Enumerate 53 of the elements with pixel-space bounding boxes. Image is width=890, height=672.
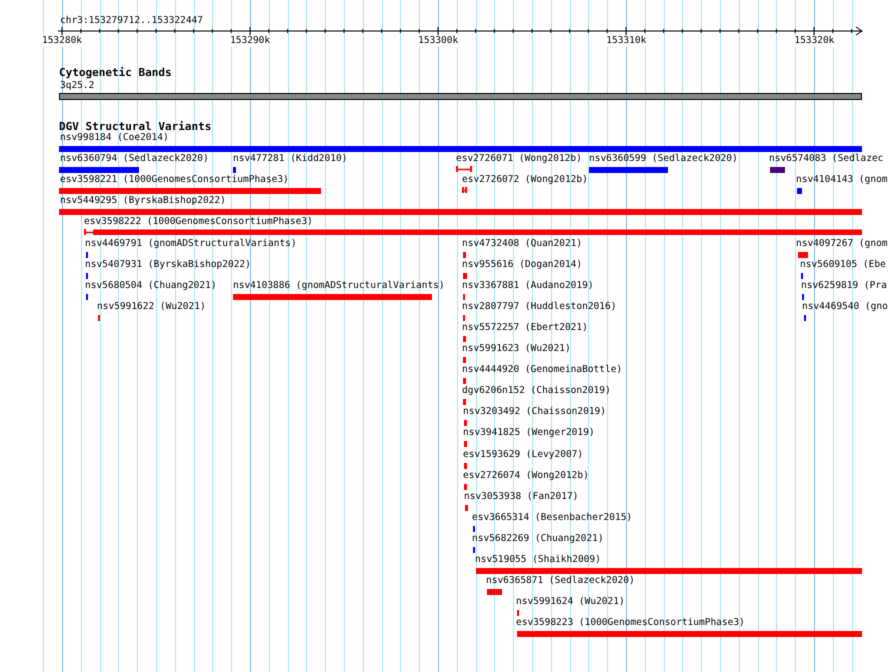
feature-label[interactable]: nsv5991622 (Wu2021) bbox=[97, 300, 206, 313]
feature-label[interactable]: nsv4469791 (gnomADStructuralVariants) bbox=[85, 238, 297, 250]
feature-label[interactable]: esv3598221 (1000GenomesConsortiumPhase3) bbox=[60, 174, 289, 186]
feature-label[interactable]: nsv5449295 (ByrskaBishop2022) bbox=[60, 195, 226, 208]
feature-label[interactable]: nsv4103886 (gnomADStructuralVariants) bbox=[233, 280, 445, 292]
feature-label[interactable]: nsv4097267 (gnom bbox=[796, 238, 888, 250]
feature-label[interactable]: nsv6574083 (Sedlazec bbox=[769, 153, 884, 166]
track-title: DGV Structural Variants bbox=[59, 121, 212, 133]
feature-label[interactable]: nsv3053938 (Fan2017) bbox=[464, 490, 578, 503]
tick-label: 153300k bbox=[417, 35, 460, 47]
feature-bar[interactable] bbox=[233, 167, 236, 174]
feature-bar[interactable] bbox=[797, 188, 802, 194]
feature-label[interactable]: nsv6360794 (Sedlazeck2020) bbox=[60, 153, 209, 166]
feature-label[interactable]: nsv477281 (Kidd2010) bbox=[233, 153, 348, 166]
feature-label[interactable]: nsv4444920 (GenomeinaBottle) bbox=[462, 364, 622, 376]
feature-label[interactable]: esv2726072 (Wong2012b) bbox=[462, 174, 588, 186]
tick-label: 153310k bbox=[605, 35, 648, 47]
feature-label[interactable]: nsv3203492 (Chaisson2019) bbox=[463, 406, 606, 418]
feature-label[interactable]: nsv5680504 (Chuang2021) bbox=[85, 280, 217, 292]
feature-label[interactable]: nsv3367881 (Audano2019) bbox=[462, 280, 594, 292]
feature-label[interactable]: nsv3941825 (Wenger2019) bbox=[463, 427, 595, 440]
feature-label[interactable]: nsv4104143 (gnom bbox=[796, 174, 888, 186]
feature-label[interactable]: nsv4469540 (gno bbox=[802, 300, 888, 313]
feature-bar[interactable] bbox=[589, 167, 668, 174]
feature-label[interactable]: nsv5572257 (Ebert2021) bbox=[462, 322, 588, 334]
feature-bar[interactable] bbox=[59, 167, 139, 174]
feature-label[interactable]: nsv5407931 (ByrskaBishop2022) bbox=[85, 258, 251, 271]
tick-label: 153320k bbox=[793, 35, 836, 47]
feature-label[interactable]: nsv5682269 (Chuang2021) bbox=[472, 532, 604, 545]
band-label: 3q25.2 bbox=[60, 80, 94, 92]
feature-label[interactable]: esv3598223 (1000GenomesConsortiumPhase3) bbox=[516, 617, 745, 630]
feature-label[interactable]: nsv955616 (Dogan2014) bbox=[462, 258, 582, 271]
feature-label[interactable]: nsv2807797 (Huddleston2016) bbox=[462, 300, 616, 313]
feature-label[interactable]: nsv519055 (Shaikh2009) bbox=[475, 554, 601, 566]
feature-label[interactable]: nsv4732408 (Quan2021) bbox=[462, 238, 582, 250]
feature-label[interactable]: esv1593629 (Levy2007) bbox=[463, 448, 584, 460]
feature-label[interactable]: dgv6206n152 (Chaisson2019) bbox=[462, 385, 611, 398]
feature-label[interactable]: nsv5991623 (Wu2021) bbox=[462, 343, 571, 355]
feature-label[interactable]: esv3598222 (1000GenomesConsortiumPhase3) bbox=[84, 216, 313, 228]
feature-label[interactable]: esv2726071 (Wong2012b) bbox=[456, 153, 582, 166]
feature-bar[interactable] bbox=[770, 167, 785, 174]
region-label: chr3:153279712..153322447 bbox=[60, 15, 203, 27]
feature-label[interactable]: esv2726074 (Wong2012b) bbox=[463, 470, 589, 482]
feature-label[interactable]: esv3665314 (Besenbacher2015) bbox=[472, 512, 632, 524]
track-title: Cytogenetic Bands bbox=[59, 67, 172, 79]
feature-label[interactable]: nsv998184 (Coe2014) bbox=[60, 132, 169, 144]
feature-label[interactable]: nsv5609105 (Ebe bbox=[800, 258, 886, 271]
feature-label[interactable]: nsv5991624 (Wu2021) bbox=[516, 596, 625, 608]
feature-label[interactable]: nsv6365871 (Sedlazeck2020) bbox=[486, 575, 635, 588]
feature-label[interactable]: nsv6360599 (Sedlazeck2020) bbox=[589, 153, 738, 166]
tick-label: 153290k bbox=[229, 35, 272, 47]
tick-label: 153280k bbox=[40, 35, 84, 47]
feature-label[interactable]: nsv6259819 (Pra bbox=[801, 280, 887, 292]
